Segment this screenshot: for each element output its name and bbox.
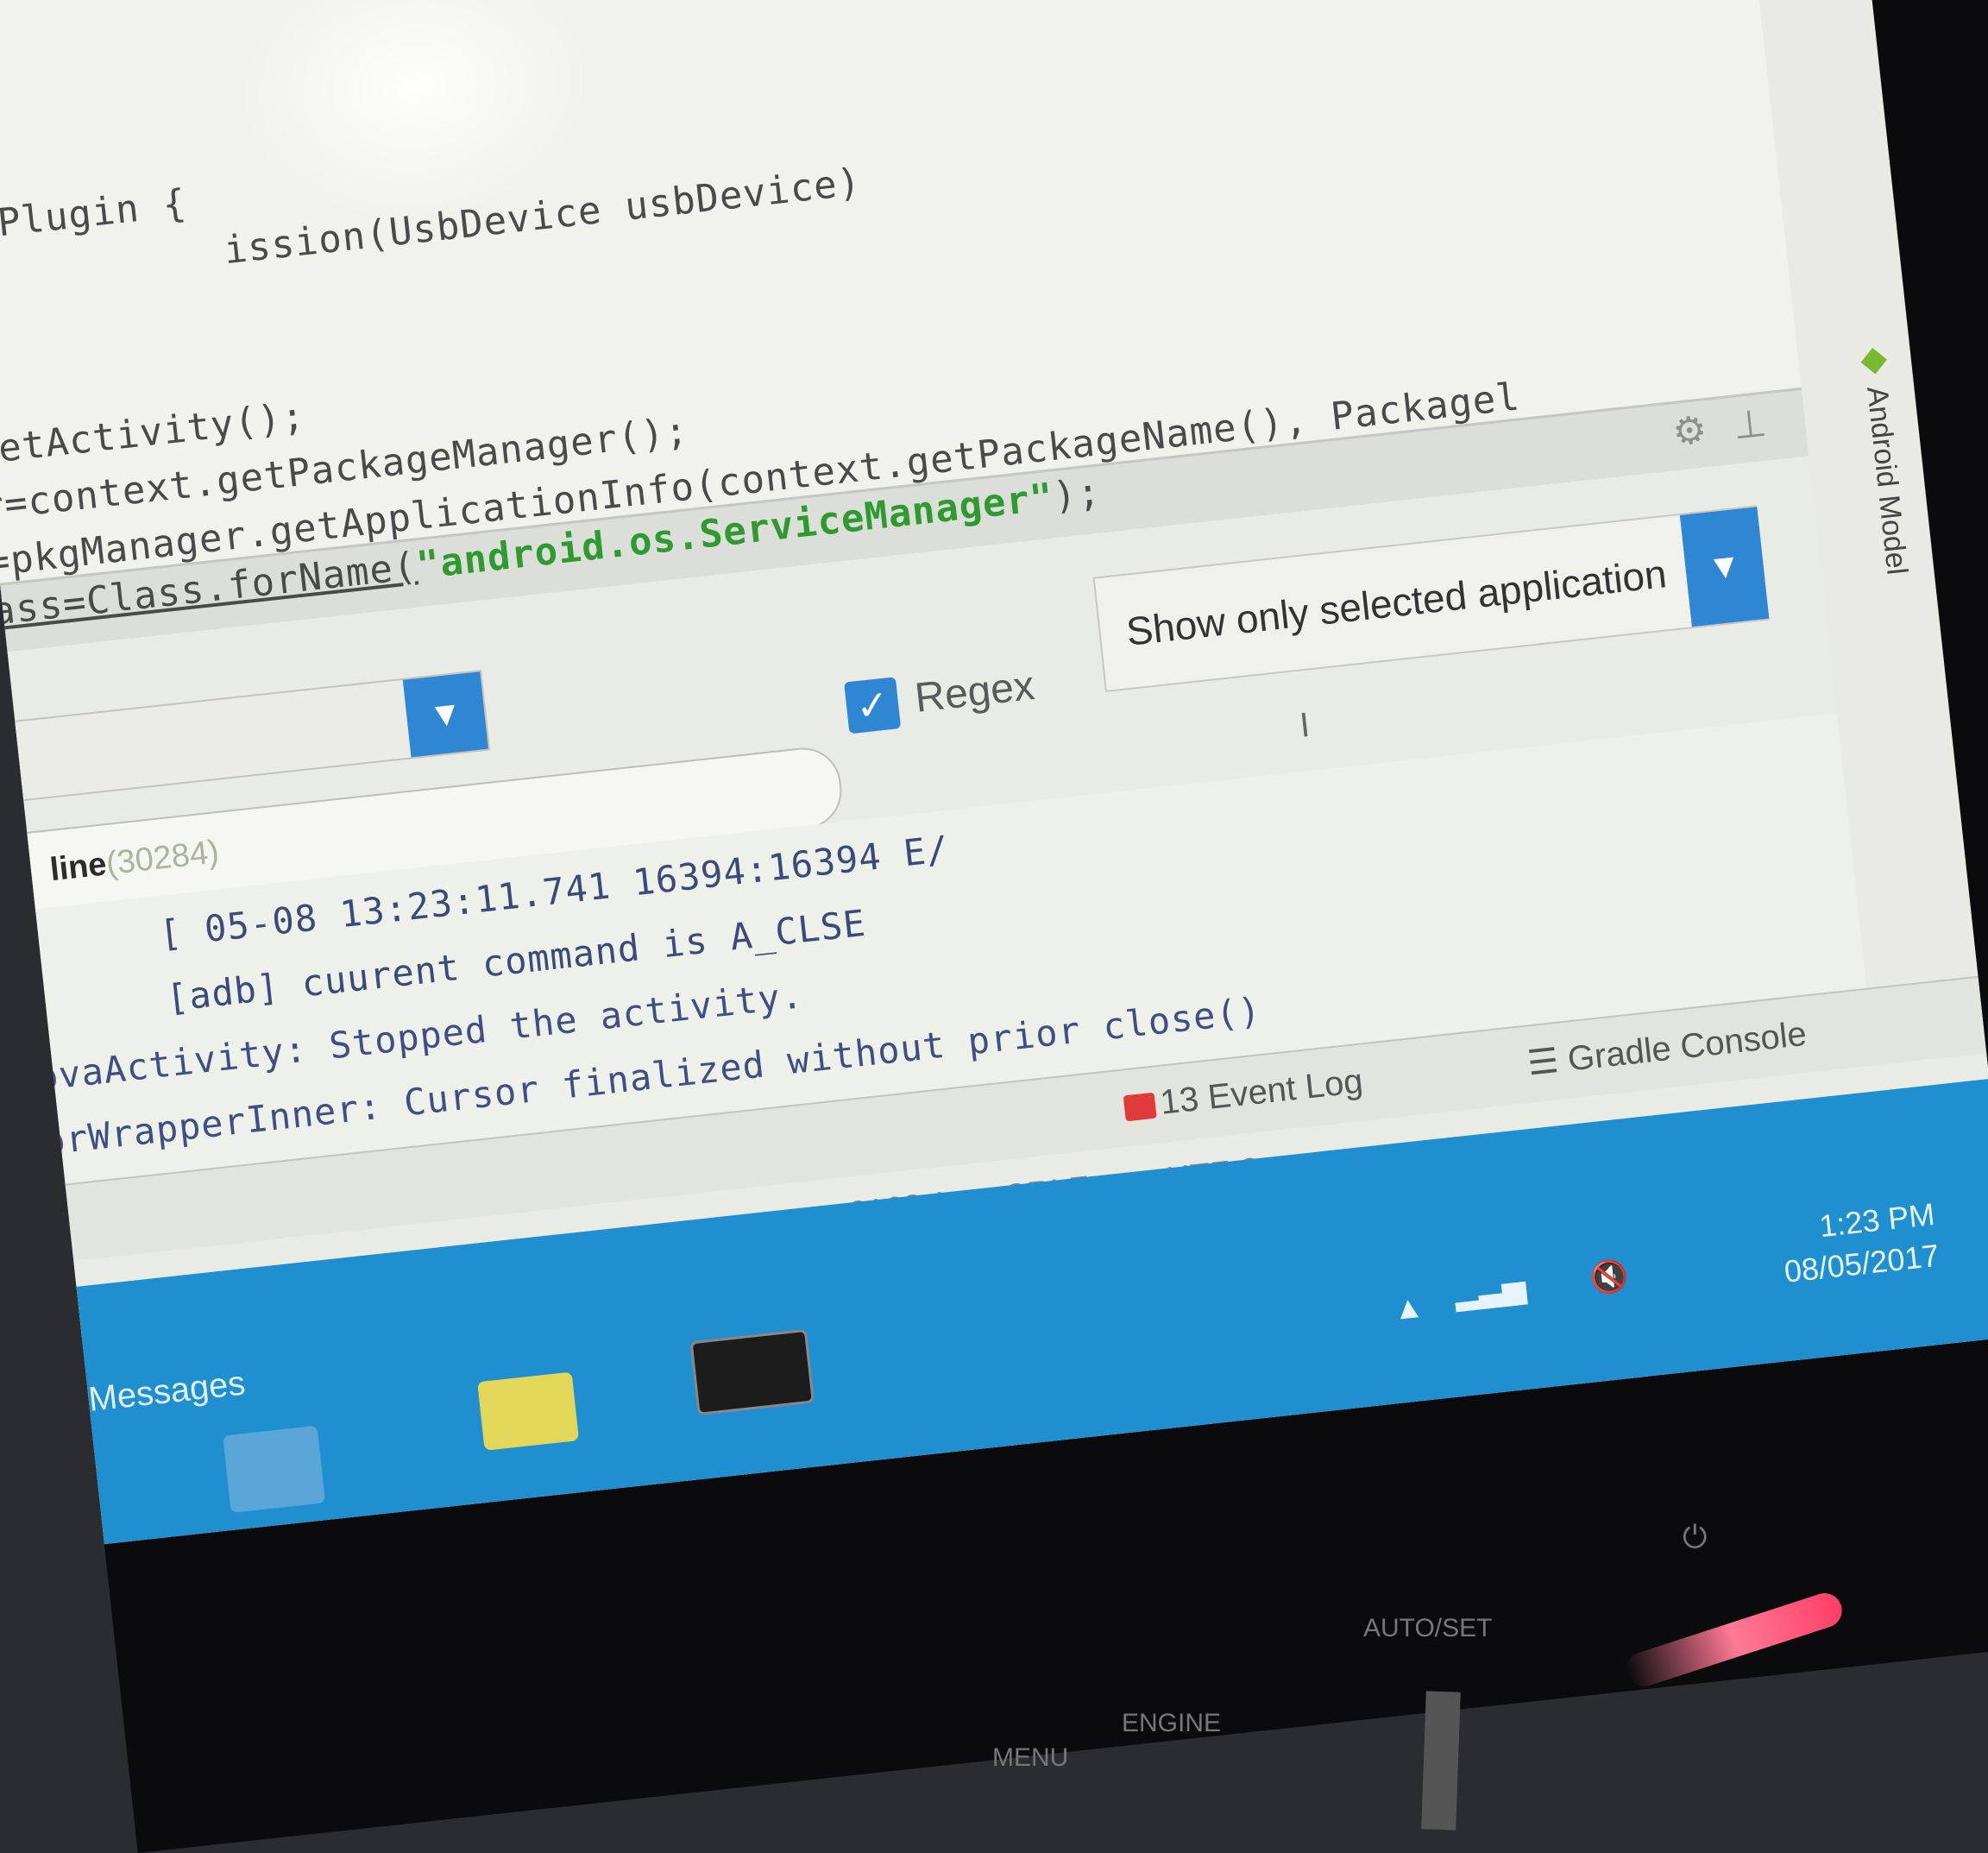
- android-model-label: Android Model: [1860, 384, 1914, 577]
- monitor-stand: [1421, 1691, 1461, 1831]
- app-filter-select[interactable]: Show only selected application ▼: [1092, 505, 1770, 693]
- regex-checkbox[interactable]: ✓: [844, 677, 902, 734]
- volume-muted-icon[interactable]: 🔇: [1589, 1257, 1631, 1298]
- process-name: line: [47, 846, 109, 889]
- text-cursor-icon: I: [1298, 705, 1312, 745]
- gear-icon[interactable]: ⚙: [1667, 408, 1713, 455]
- chevron-down-icon[interactable]: ▼: [402, 671, 488, 758]
- event-log-tab[interactable]: 13 Event Log: [1123, 1062, 1365, 1127]
- screen: avaPlugin { ission(UsbDevice usbDevice) …: [0, 0, 1988, 1545]
- code-line-end: );: [1051, 470, 1104, 520]
- app-filter-value: Show only selected application: [1123, 551, 1669, 654]
- gradle-console-label: Gradle Console: [1565, 1014, 1809, 1079]
- chevron-down-icon[interactable]: ▼: [1679, 507, 1770, 627]
- messages-tab[interactable]: Messages: [86, 1365, 247, 1420]
- tray-arrow-icon[interactable]: ▲: [1391, 1288, 1425, 1327]
- engine-button-label[interactable]: ENGINE: [1122, 1709, 1221, 1738]
- event-badge-icon: [1123, 1093, 1157, 1122]
- file-explorer-icon[interactable]: [477, 1371, 580, 1451]
- clock[interactable]: 1:23 PM 08/05/2017: [1777, 1194, 1941, 1293]
- power-icon[interactable]: ⏻: [1683, 1519, 1707, 1556]
- pin-icon[interactable]: ⊥: [1727, 402, 1773, 448]
- event-count: 13: [1158, 1080, 1201, 1122]
- device-select[interactable]: ▼: [0, 669, 491, 804]
- code-line: ission(UsbDevice usbDevice): [222, 160, 864, 274]
- android-model-tab[interactable]: ◆ Android Model: [1833, 274, 1923, 640]
- monitor: avaPlugin { ission(UsbDevice usbDevice) …: [0, 0, 1988, 1853]
- android-icon: ◆: [1853, 337, 1895, 381]
- gradle-console-tab[interactable]: ☰ Gradle Console: [1526, 1014, 1809, 1084]
- event-log-label: Event Log: [1205, 1062, 1365, 1117]
- console-icon: ☰: [1526, 1040, 1570, 1083]
- network-icon[interactable]: ▂▃▅: [1452, 1269, 1527, 1313]
- pgadmin-icon[interactable]: [223, 1425, 326, 1514]
- regex-label: Regex: [912, 663, 1037, 722]
- auto-set-button-label[interactable]: AUTO/SET: [1363, 1614, 1492, 1643]
- process-pid: (30284): [104, 834, 221, 883]
- menu-button-label[interactable]: MENU: [992, 1743, 1068, 1773]
- code-line: avaPlugin {: [0, 180, 189, 254]
- terminal-icon[interactable]: [689, 1328, 815, 1415]
